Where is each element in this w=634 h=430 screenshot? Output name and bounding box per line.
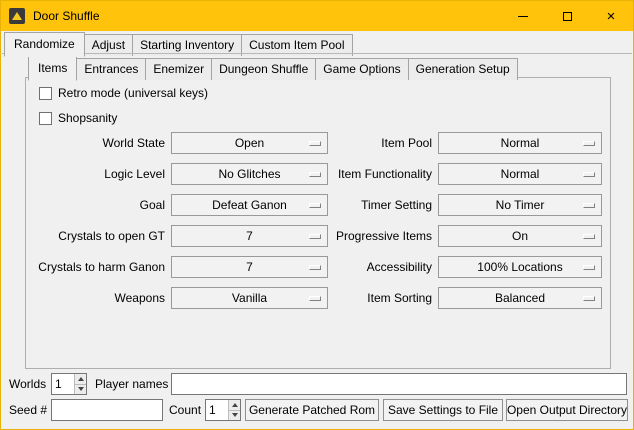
window-title: Door Shuffle bbox=[33, 9, 100, 23]
count-increment-button[interactable] bbox=[229, 400, 240, 410]
label-crystals-open-gt: Crystals to open GT bbox=[37, 229, 167, 243]
menu-indicator-icon bbox=[309, 234, 321, 239]
shopsanity-label: Shopsanity bbox=[58, 111, 117, 125]
menu-indicator-icon bbox=[583, 172, 595, 177]
seed-input[interactable] bbox=[51, 399, 163, 421]
label-world-state: World State bbox=[37, 136, 167, 150]
maximize-button[interactable] bbox=[545, 1, 589, 31]
label-weapons: Weapons bbox=[37, 291, 167, 305]
maximize-icon bbox=[563, 12, 572, 21]
menu-indicator-icon bbox=[583, 234, 595, 239]
label-goal: Goal bbox=[37, 198, 167, 212]
label-crystals-harm-ganon: Crystals to harm Ganon bbox=[37, 260, 167, 274]
checkbox-shopsanity[interactable]: Shopsanity bbox=[39, 111, 117, 125]
arrow-down-icon bbox=[232, 413, 238, 417]
crystals-open-gt-value: 7 bbox=[246, 229, 253, 243]
item-pool-value: Normal bbox=[501, 136, 540, 150]
inner-tab-bar: Items Entrances Enemizer Dungeon Shuffle… bbox=[28, 56, 517, 80]
seed-label: Seed # bbox=[9, 399, 47, 421]
worlds-spinner-arrows bbox=[74, 374, 86, 394]
outer-pane-border bbox=[2, 53, 632, 54]
retro-mode-label: Retro mode (universal keys) bbox=[58, 86, 208, 100]
label-accessibility: Accessibility bbox=[332, 260, 434, 274]
count-decrement-button[interactable] bbox=[229, 410, 240, 421]
title-bar: Door Shuffle × bbox=[1, 1, 633, 31]
progressive-items-value: On bbox=[512, 229, 528, 243]
worlds-value: 1 bbox=[52, 377, 74, 391]
tab-dungeon-shuffle[interactable]: Dungeon Shuffle bbox=[211, 58, 316, 80]
label-progressive-items: Progressive Items bbox=[332, 229, 434, 243]
world-state-value: Open bbox=[235, 136, 264, 150]
timer-setting-value: No Timer bbox=[496, 198, 545, 212]
menu-indicator-icon bbox=[309, 203, 321, 208]
count-label: Count bbox=[169, 399, 201, 421]
dropdown-item-pool[interactable]: Normal bbox=[438, 132, 602, 154]
logic-level-value: No Glitches bbox=[218, 167, 280, 181]
worlds-spinner[interactable]: 1 bbox=[51, 373, 87, 395]
dropdown-crystals-open-gt[interactable]: 7 bbox=[171, 225, 328, 247]
label-item-functionality: Item Functionality bbox=[332, 167, 434, 181]
crystals-harm-ganon-value: 7 bbox=[246, 260, 253, 274]
count-spinner-arrows bbox=[228, 400, 240, 420]
tab-game-options[interactable]: Game Options bbox=[315, 58, 408, 80]
menu-indicator-icon bbox=[583, 296, 595, 301]
tab-entrances[interactable]: Entrances bbox=[76, 58, 146, 80]
open-output-directory-button[interactable]: Open Output Directory bbox=[506, 399, 628, 421]
label-logic-level: Logic Level bbox=[37, 167, 167, 181]
shopsanity-checkbox-box[interactable] bbox=[39, 112, 52, 125]
tab-randomize[interactable]: Randomize bbox=[4, 32, 85, 57]
generate-patched-rom-button[interactable]: Generate Patched Rom bbox=[245, 399, 379, 421]
dropdown-goal[interactable]: Defeat Ganon bbox=[171, 194, 328, 216]
player-names-input[interactable] bbox=[171, 373, 627, 395]
worlds-decrement-button[interactable] bbox=[75, 384, 86, 395]
dropdown-world-state[interactable]: Open bbox=[171, 132, 328, 154]
menu-indicator-icon bbox=[309, 296, 321, 301]
options-grid: World State Open Item Pool Normal Logic … bbox=[37, 132, 602, 309]
count-spinner[interactable]: 1 bbox=[205, 399, 241, 421]
label-timer-setting: Timer Setting bbox=[332, 198, 434, 212]
menu-indicator-icon bbox=[309, 265, 321, 270]
label-item-pool: Item Pool bbox=[332, 136, 434, 150]
tab-enemizer[interactable]: Enemizer bbox=[145, 58, 212, 80]
label-item-sorting: Item Sorting bbox=[332, 291, 434, 305]
item-functionality-value: Normal bbox=[501, 167, 540, 181]
arrow-up-icon bbox=[78, 377, 84, 381]
worlds-increment-button[interactable] bbox=[75, 374, 86, 384]
count-value: 1 bbox=[206, 403, 228, 417]
checkbox-retro-mode[interactable]: Retro mode (universal keys) bbox=[39, 86, 208, 100]
close-icon: × bbox=[607, 9, 616, 24]
menu-indicator-icon bbox=[309, 172, 321, 177]
menu-indicator-icon bbox=[583, 141, 595, 146]
arrow-down-icon bbox=[78, 387, 84, 391]
app-icon bbox=[9, 8, 25, 24]
dropdown-crystals-harm-ganon[interactable]: 7 bbox=[171, 256, 328, 278]
caption-buttons: × bbox=[501, 1, 633, 31]
save-settings-button[interactable]: Save Settings to File bbox=[383, 399, 503, 421]
dropdown-timer-setting[interactable]: No Timer bbox=[438, 194, 602, 216]
dropdown-weapons[interactable]: Vanilla bbox=[171, 287, 328, 309]
tab-generation-setup[interactable]: Generation Setup bbox=[408, 58, 518, 80]
dropdown-accessibility[interactable]: 100% Locations bbox=[438, 256, 602, 278]
worlds-label: Worlds bbox=[9, 373, 46, 395]
item-sorting-value: Balanced bbox=[495, 291, 545, 305]
dropdown-item-functionality[interactable]: Normal bbox=[438, 163, 602, 185]
dropdown-progressive-items[interactable]: On bbox=[438, 225, 602, 247]
close-button[interactable]: × bbox=[589, 1, 633, 31]
goal-value: Defeat Ganon bbox=[212, 198, 287, 212]
dropdown-logic-level[interactable]: No Glitches bbox=[171, 163, 328, 185]
app-window: Door Shuffle × Randomize Adjust Starting… bbox=[0, 0, 634, 430]
menu-indicator-icon bbox=[583, 203, 595, 208]
menu-indicator-icon bbox=[583, 265, 595, 270]
retro-mode-checkbox-box[interactable] bbox=[39, 87, 52, 100]
tab-items[interactable]: Items bbox=[28, 56, 77, 81]
weapons-value: Vanilla bbox=[232, 291, 267, 305]
minimize-button[interactable] bbox=[501, 1, 545, 31]
accessibility-value: 100% Locations bbox=[477, 260, 562, 274]
minimize-icon bbox=[518, 16, 528, 17]
dropdown-item-sorting[interactable]: Balanced bbox=[438, 287, 602, 309]
menu-indicator-icon bbox=[309, 141, 321, 146]
player-names-label: Player names bbox=[95, 373, 168, 395]
arrow-up-icon bbox=[232, 403, 238, 407]
